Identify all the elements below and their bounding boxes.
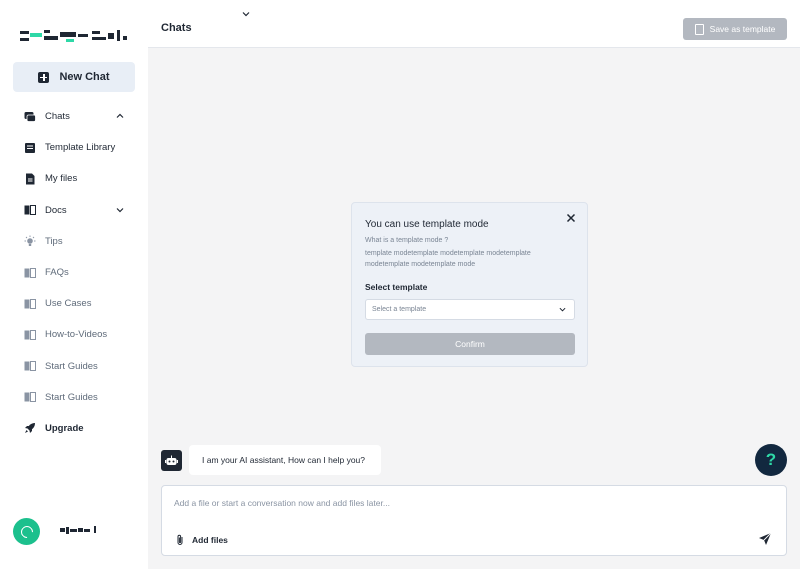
save-as-template-button[interactable]: Save as template <box>683 18 787 40</box>
sidebar: New Chat Chats Template Library My files <box>0 0 148 569</box>
user-avatar[interactable] <box>13 518 40 545</box>
sidebar-item-my-files[interactable]: My files <box>0 163 148 194</box>
sidebar-item-label: My files <box>45 173 78 185</box>
chats-icon <box>24 111 36 123</box>
send-icon[interactable] <box>758 532 772 546</box>
help-label: ? <box>765 450 777 469</box>
new-chat-label: New Chat <box>59 71 110 83</box>
new-chat-button[interactable]: New Chat <box>13 62 135 92</box>
sidebar-item-label: How-to-Videos <box>45 329 108 341</box>
file-icon <box>24 173 36 185</box>
robot-icon <box>165 455 178 465</box>
chevron-down-icon <box>559 307 566 312</box>
confirm-button[interactable]: Confirm <box>365 333 575 355</box>
brand-logo[interactable] <box>20 28 130 44</box>
chevron-down-icon[interactable] <box>116 206 124 214</box>
sidebar-item-docs[interactable]: Docs <box>0 195 148 226</box>
close-icon[interactable] <box>566 213 576 223</box>
sidebar-item-how-to-videos[interactable]: How-to-Videos <box>0 319 148 350</box>
sidebar-item-label: Use Cases <box>45 298 92 310</box>
sidebar-item-label: FAQs <box>45 267 69 279</box>
message-composer: Add files <box>161 485 787 556</box>
chat-main-area: You can use template mode What is a temp… <box>148 48 800 569</box>
sidebar-item-label: Tips <box>45 235 63 247</box>
sidebar-item-label: Chats <box>45 111 70 123</box>
page-title: Chats <box>161 22 192 34</box>
bot-message: I am your AI assistant, How can I help y… <box>189 445 381 475</box>
plus-chat-icon <box>38 71 50 83</box>
message-input[interactable] <box>174 498 674 508</box>
template-library-icon <box>24 142 36 154</box>
template-select[interactable]: Select a template <box>365 299 575 320</box>
sidebar-item-template-library[interactable]: Template Library <box>0 132 148 163</box>
sidebar-item-label: Start Guides <box>45 391 98 403</box>
dialog-title: You can use template mode <box>365 219 489 230</box>
dialog-question: What is a template mode ? <box>365 237 449 244</box>
sidebar-item-label: Docs <box>45 204 67 216</box>
add-files-label: Add files <box>192 535 228 545</box>
sidebar-item-label: Template Library <box>45 142 116 154</box>
select-template-label: Select template <box>365 282 428 292</box>
bot-avatar <box>161 450 182 471</box>
sidebar-item-faqs[interactable]: FAQs <box>0 257 148 288</box>
sidebar-item-start-guides-2[interactable]: Start Guides <box>0 382 148 413</box>
rocket-icon <box>24 422 36 434</box>
sidebar-item-start-guides[interactable]: Start Guides <box>0 351 148 382</box>
save-as-template-label: Save as template <box>709 24 776 34</box>
avatar-initial-icon <box>18 523 35 540</box>
paperclip-icon <box>177 534 183 545</box>
book-icon <box>24 360 36 372</box>
user-name-logo <box>60 526 96 534</box>
sidebar-item-label: Upgrade <box>45 422 84 434</box>
chevron-down-icon[interactable] <box>242 10 250 18</box>
docs-icon <box>24 204 36 216</box>
document-icon <box>694 23 704 35</box>
sidebar-item-upgrade[interactable]: Upgrade <box>0 413 148 444</box>
help-button[interactable]: ? <box>755 444 787 476</box>
sidebar-item-tips[interactable]: Tips <box>0 226 148 257</box>
chevron-up-icon[interactable] <box>116 112 124 120</box>
template-mode-dialog: You can use template mode What is a temp… <box>351 202 588 367</box>
book-icon <box>24 329 36 341</box>
dialog-description: template modetemplate modetemplate modet… <box>365 250 531 268</box>
top-header: Chats Save as template <box>148 0 800 48</box>
sidebar-item-label: Start Guides <box>45 360 98 372</box>
sidebar-item-use-cases[interactable]: Use Cases <box>0 288 148 319</box>
template-select-placeholder: Select a template <box>372 306 427 313</box>
book-icon <box>24 391 36 403</box>
sidebar-nav: Chats Template Library My files Docs Tip… <box>0 101 148 444</box>
sidebar-item-chats[interactable]: Chats <box>0 101 148 132</box>
book-icon <box>24 267 36 279</box>
add-files-button[interactable]: Add files <box>175 534 228 546</box>
book-icon <box>24 298 36 310</box>
lightbulb-icon <box>24 235 36 247</box>
